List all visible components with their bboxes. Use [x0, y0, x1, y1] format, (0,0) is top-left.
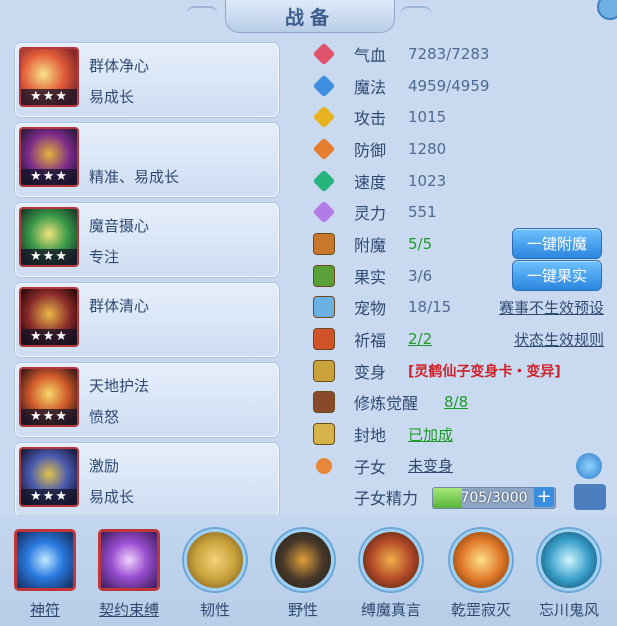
shield-icon [312, 137, 336, 161]
skill-trait: 愤怒 [89, 408, 120, 426]
event-preset-link[interactable]: 赛事不生效预设 [499, 297, 604, 318]
golden-body-icon [184, 529, 246, 591]
warrior-shadow-icon: ★★★ [19, 447, 79, 507]
one-click-enchant-button[interactable]: 一键附魔 [512, 228, 602, 260]
transform-icon [312, 359, 336, 383]
skill-card[interactable]: ★★★ 天地护法 愤怒 [14, 362, 280, 438]
stat-row-defense: 防御 1280 [308, 133, 608, 165]
slot-yexing[interactable]: 野性 [268, 529, 338, 620]
slot-qiangang[interactable]: 乾罡寂灭 [446, 529, 516, 620]
slot-fumo-zhenyan[interactable]: 缚魔真言 [356, 529, 426, 620]
fruit-icon [312, 264, 336, 288]
potion-icon: ★★★ [19, 47, 79, 107]
status-rules-link[interactable]: 状态生效规则 [514, 329, 604, 350]
fire-fist-icon [450, 529, 512, 591]
skill-trait: 易成长 [89, 88, 135, 106]
child-transform-icon[interactable] [576, 452, 602, 479]
one-click-fruit-button[interactable]: 一键果实 [512, 260, 602, 292]
skill-list: ★★★ 群体净心 易成长 ★★★ 精准、易成长 ★★★ 魔音摄心 专注 ★★★ … [14, 42, 280, 522]
mana-icon [312, 74, 336, 98]
title-bar: 战备 [225, 0, 395, 33]
title-left-ornament-icon [186, 6, 218, 24]
golden-ring-icon: ★★★ [19, 367, 79, 427]
stat-row-spirit: 灵力 551 [308, 196, 608, 228]
attr-row-blessing: 祈福 2/2 状态生效规则 [308, 323, 608, 355]
bottom-skill-bar: 神符 契约束缚 韧性 野性 缚魔真言 乾罡寂灭 忘川鬼风 [0, 515, 617, 626]
stats-panel: 气血 7283/7283 魔法 4959/4959 攻击 1015 防御 128… [308, 38, 608, 513]
slot-renxing[interactable]: 韧性 [180, 529, 250, 620]
attr-row-child: 子女 未变身 [308, 450, 608, 482]
skill-card[interactable]: ★★★ 魔音摄心 专注 [14, 202, 280, 278]
skill-name: 群体清心 [89, 297, 150, 315]
stat-row-speed: 速度 1023 [308, 165, 608, 197]
slot-qiyue[interactable]: 契约束缚 [94, 529, 164, 620]
skill-card[interactable]: ★★★ 激励 易成长 [14, 442, 280, 518]
stat-row-hp: 气血 7283/7283 [308, 38, 608, 70]
skill-trait: 精准、易成长 [89, 168, 180, 186]
sword-icon [312, 105, 336, 129]
spirit-icon [312, 200, 336, 224]
attr-row-transform: 变身 [灵鹤仙子变身卡・变异] [308, 355, 608, 387]
wind-icon [538, 529, 600, 591]
speed-icon [312, 169, 336, 193]
attr-row-pet: 宠物 18/15 赛事不生效预设 [308, 292, 608, 324]
chain-icon [360, 529, 422, 591]
skill-trait: 专注 [89, 248, 120, 266]
title-right-ornament-icon [400, 6, 432, 24]
heart-icon [312, 42, 336, 66]
slot-wangchuan[interactable]: 忘川鬼风 [534, 529, 604, 620]
attr-row-child-energy: 子女精力 705/3000 + [308, 482, 608, 514]
pet-icon [312, 295, 336, 319]
stat-row-mp: 魔法 4959/4959 [308, 70, 608, 102]
child-icon [312, 454, 336, 478]
contract-icon [98, 529, 160, 591]
cultivation-icon [312, 390, 336, 414]
skill-card[interactable]: ★★★ 群体净心 易成长 [14, 42, 280, 118]
skill-name: 魔音摄心 [89, 217, 150, 235]
slot-shenfu[interactable]: 神符 [10, 529, 80, 620]
share-icon[interactable] [574, 484, 606, 511]
skill-name: 激励 [89, 457, 120, 475]
attr-row-fruit: 果实 3/6 一键果实 [308, 260, 608, 292]
skill-name: 天地护法 [89, 377, 150, 395]
rune-orb-icon [14, 529, 76, 591]
snake-icon: ★★★ [19, 287, 79, 347]
close-corner-icon[interactable] [597, 0, 617, 20]
blessing-icon [312, 327, 336, 351]
beast-icon [272, 529, 334, 591]
enchant-icon [312, 232, 336, 256]
skill-card[interactable]: ★★★ 群体清心 [14, 282, 280, 358]
skill-trait: 易成长 [89, 488, 135, 506]
stat-row-attack: 攻击 1015 [308, 101, 608, 133]
page-title: 战备 [284, 6, 335, 29]
attr-row-fief: 封地 已加成 [308, 418, 608, 450]
attr-row-cultivation: 修炼觉醒 8/8 [308, 387, 608, 419]
eye-sigil-icon: ★★★ [19, 207, 79, 267]
add-energy-button[interactable]: + [534, 486, 554, 507]
demon-warrior-icon: ★★★ [19, 127, 79, 187]
fief-icon [312, 422, 336, 446]
skill-card[interactable]: ★★★ 精准、易成长 [14, 122, 280, 198]
war-prep-panel: 战备 ★★★ 群体净心 易成长 ★★★ 精准、易成长 ★★★ 魔音摄心 专注 ★… [0, 0, 617, 626]
attr-row-enchant: 附魔 5/5 一键附魔 [308, 228, 608, 260]
skill-name: 群体净心 [89, 57, 150, 75]
